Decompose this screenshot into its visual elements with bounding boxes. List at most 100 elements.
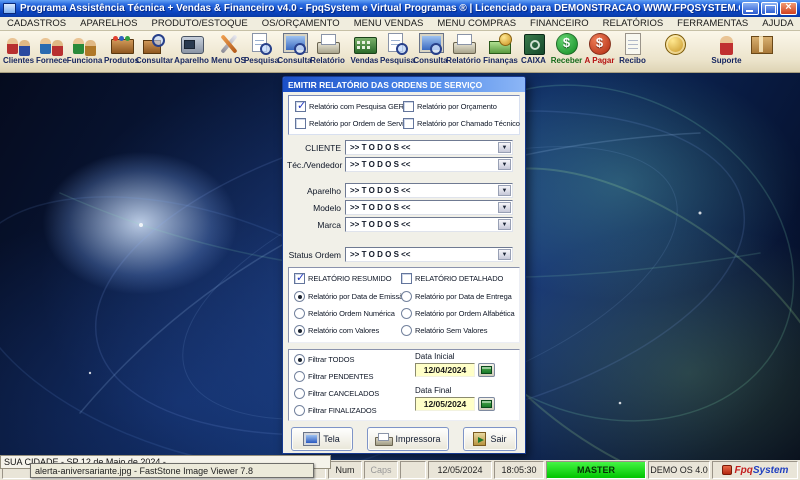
option-por-chamado-tecnico[interactable]: Relatório por Chamado Técnico: [403, 118, 520, 129]
status-ordem-dropdown[interactable]: >> T O D O S << ▼: [345, 247, 513, 262]
menu-item-menu-compras[interactable]: MENU COMPRAS: [430, 17, 523, 30]
toolbar-button-consultar[interactable]: Consultar: [136, 32, 173, 72]
sair-button[interactable]: Sair: [463, 427, 517, 451]
cliente-dropdown[interactable]: >> T O D O S << ▼: [345, 140, 513, 155]
impressora-button[interactable]: Impressora: [367, 427, 449, 451]
toolbar-button-vendas-relatorio[interactable]: Relatório: [446, 32, 481, 72]
window-title: Programa Assistência Técnica + Vendas & …: [20, 3, 740, 14]
toolbar-button-menu-os[interactable]: Menu OS: [211, 32, 246, 72]
receipt-icon: [620, 32, 645, 56]
chevron-down-icon[interactable]: ▼: [498, 185, 511, 196]
toolbar-button-financas[interactable]: Finanças: [483, 32, 518, 72]
toolbar-button-fornecedores[interactable]: Fornece: [35, 32, 68, 72]
menu-item-ajuda[interactable]: AJUDA: [755, 17, 800, 30]
aparelho-dropdown[interactable]: >> T O D O S << ▼: [345, 183, 513, 198]
menu-item-financeiro[interactable]: FINANCEIRO: [523, 17, 596, 30]
printer-icon: [375, 432, 394, 446]
toolbar-button-suporte[interactable]: Suporte: [710, 32, 743, 72]
chevron-down-icon[interactable]: ▼: [498, 202, 511, 213]
option-label: Filtrar CANCELADOS: [308, 389, 380, 398]
marca-dropdown[interactable]: >> T O D O S << ▼: [345, 217, 513, 232]
minimize-button[interactable]: [742, 2, 759, 15]
maximize-button[interactable]: [761, 2, 778, 15]
radio-ordem-alfabetica[interactable]: Relatório por Ordem Alfabética: [401, 308, 515, 319]
option-por-orcamento[interactable]: Relatório por Orçamento: [403, 101, 497, 112]
toolbar-button-recibo[interactable]: Recibo: [616, 32, 649, 72]
data-final-calendar-button[interactable]: [478, 397, 495, 411]
toolbar-button-vendas[interactable]: Vendas: [348, 32, 381, 72]
option-label: Relatório com Valores: [308, 326, 380, 335]
menu-item-os-orcamento[interactable]: OS/ORÇAMENTO: [255, 17, 347, 30]
radio-icon: [294, 308, 305, 319]
toolbar-button-label: Aparelho: [174, 56, 209, 65]
toolbar-button-aparelho[interactable]: Aparelho: [174, 32, 209, 72]
modelo-dropdown[interactable]: >> T O D O S << ▼: [345, 200, 513, 215]
toolbar-button-produtos[interactable]: Produtos: [104, 32, 139, 72]
toolbar-button-moeda[interactable]: [659, 32, 692, 72]
chevron-down-icon[interactable]: ▼: [498, 249, 511, 260]
marca-row: Marca >> T O D O S << ▼: [287, 217, 513, 232]
data-inicial-label: Data Inicial: [415, 352, 455, 361]
toolbar-button-label: Relatório: [446, 56, 481, 65]
toolbar-button-label: Finanças: [483, 56, 518, 65]
radio-ordem-numerica[interactable]: Relatório Ordem Numérica: [294, 308, 395, 319]
statusbar-caps: Caps: [364, 461, 398, 479]
data-final-label: Data Final: [415, 386, 452, 395]
toolbar-button-vendas-pesquisa[interactable]: Pesquisa: [379, 32, 416, 72]
option-label: Filtrar TODOS: [308, 355, 355, 364]
option-por-ordem-servico[interactable]: Relatório por Ordem de Serviço: [295, 118, 412, 129]
option-label: Relatório Ordem Numérica: [308, 309, 395, 318]
toolbar-button-caixa[interactable]: CAIXA: [517, 32, 550, 72]
menu-item-menu-vendas[interactable]: MENU VENDAS: [347, 17, 431, 30]
toolbar-button-os-pesquisa[interactable]: Pesquisa: [244, 32, 279, 72]
tecnico-vendedor-dropdown[interactable]: >> T O D O S << ▼: [345, 157, 513, 172]
radio-filtrar-cancelados[interactable]: Filtrar CANCELADOS: [294, 388, 379, 399]
radio-filtrar-todos[interactable]: Filtrar TODOS: [294, 354, 354, 365]
data-inicial-field[interactable]: 12/04/2024: [415, 363, 475, 377]
radio-sem-valores[interactable]: Relatório Sem Valores: [401, 325, 487, 336]
data-inicial-calendar-button[interactable]: [478, 363, 495, 377]
toolbar-button-clientes[interactable]: Clientes: [2, 32, 35, 72]
toolbar-button-label: Fornece: [35, 56, 68, 65]
toolbar-button-label: Funciona: [66, 56, 103, 65]
option-label: Relatório por Data de Emissão: [308, 292, 408, 301]
chevron-down-icon[interactable]: ▼: [498, 159, 511, 170]
radio-com-valores[interactable]: Relatório com Valores: [294, 325, 379, 336]
finance-money-icon: [488, 32, 513, 56]
menu-item-produto-estoque[interactable]: PRODUTO/ESTOQUE: [145, 17, 255, 30]
report-dialog: EMITIR RELATÓRIO DAS ORDENS DE SERVIÇO R…: [282, 76, 526, 454]
toolbar-button-os-consulta[interactable]: Consulta: [277, 32, 312, 72]
radio-filtrar-finalizados[interactable]: Filtrar FINALIZADOS: [294, 405, 377, 416]
dialog-titlebar: EMITIR RELATÓRIO DAS ORDENS DE SERVIÇO: [283, 77, 525, 92]
close-button[interactable]: [780, 1, 797, 15]
os-search-icon: [249, 32, 274, 56]
toolbar-button-pacote[interactable]: [745, 32, 778, 72]
tela-button[interactable]: Tela: [291, 427, 353, 451]
os-report-printer-icon: [315, 32, 340, 56]
toolbar-button-receber[interactable]: Receber: [550, 32, 583, 72]
toolbar-button-funcionarios[interactable]: Funciona: [66, 32, 103, 72]
chevron-down-icon[interactable]: ▼: [498, 219, 511, 230]
option-relatorio-resumido[interactable]: RELATÓRIO RESUMIDO: [294, 271, 392, 284]
toolbar-button-label: Pesquisa: [379, 56, 416, 65]
radio-filtrar-pendentes[interactable]: Filtrar PENDENTES: [294, 371, 373, 382]
radio-por-data-entrega[interactable]: Relatório por Data de Entrega: [401, 291, 512, 302]
products-icon: [109, 32, 134, 56]
radio-por-data-emissao[interactable]: Relatório por Data de Emissão: [294, 291, 407, 302]
option-relatorio-detalhado[interactable]: RELATÓRIO DETALHADO: [401, 273, 503, 284]
toolbar-button-label: Vendas: [350, 56, 379, 65]
toolbar-button-vendas-consulta[interactable]: Consulta: [413, 32, 448, 72]
option-pesquisa-geral[interactable]: Relatório com Pesquisa GERAL: [295, 99, 413, 112]
toolbar-button-os-relatorio[interactable]: Relatório: [310, 32, 345, 72]
toolbar-button-label: Consulta: [277, 56, 312, 65]
data-final-field[interactable]: 12/05/2024: [415, 397, 475, 411]
menu-item-cadastros[interactable]: CADASTROS: [0, 17, 73, 30]
statusbar-spare: [400, 461, 426, 479]
window-titlebar: Programa Assistência Técnica + Vendas & …: [0, 0, 800, 17]
menu-item-relatorios[interactable]: RELATÓRIOS: [596, 17, 671, 30]
menu-item-aparelhos[interactable]: APARELHOS: [73, 17, 144, 30]
product-search-icon: [142, 32, 167, 56]
chevron-down-icon[interactable]: ▼: [498, 142, 511, 153]
toolbar-button-a-pagar[interactable]: A Pagar: [583, 32, 616, 72]
menu-item-ferramentas[interactable]: FERRAMENTAS: [670, 17, 755, 30]
